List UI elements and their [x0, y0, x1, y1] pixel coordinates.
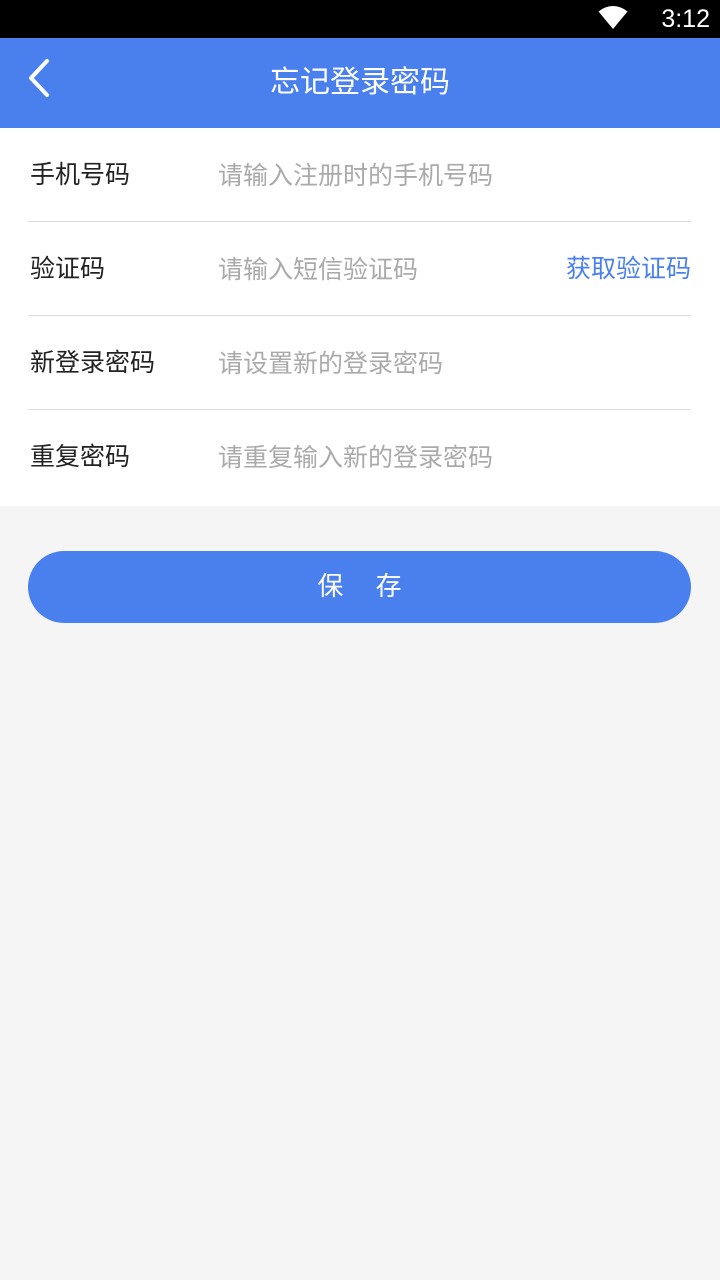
status-time: 3:12 — [661, 5, 710, 33]
repeat-password-row: 重复密码 — [28, 410, 691, 504]
phone-row: 手机号码 — [28, 128, 691, 222]
wifi-icon — [598, 6, 628, 30]
code-row: 验证码 获取验证码 — [28, 222, 691, 316]
new-password-input[interactable] — [218, 340, 548, 386]
new-password-row: 新登录密码 — [28, 316, 691, 410]
save-button[interactable]: 保 存 — [28, 551, 691, 623]
code-label: 验证码 — [30, 254, 106, 283]
new-password-label: 新登录密码 — [30, 348, 156, 377]
code-input[interactable] — [218, 246, 518, 292]
repeat-password-input[interactable] — [218, 434, 548, 480]
repeat-password-label: 重复密码 — [30, 442, 131, 471]
phone-input[interactable] — [218, 152, 548, 198]
get-code-button[interactable]: 获取验证码 — [566, 222, 691, 316]
status-bar: 3:12 — [0, 0, 720, 38]
page-title: 忘记登录密码 — [270, 65, 450, 100]
reset-password-form: 手机号码 验证码 获取验证码 新登录密码 重复密码 — [0, 128, 720, 506]
phone-label: 手机号码 — [30, 160, 131, 189]
app-bar: 忘记登录密码 — [0, 38, 720, 128]
